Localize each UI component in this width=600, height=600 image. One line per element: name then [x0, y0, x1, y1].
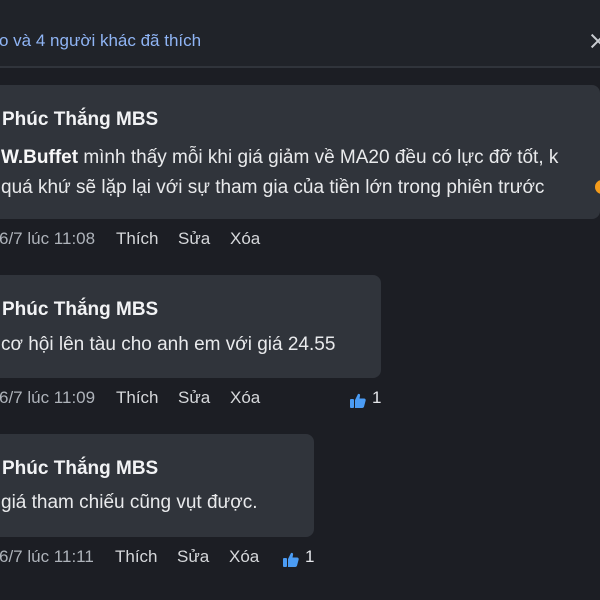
comment-thread-page: o và 4 người khác đã thích Phúc Thắng MB… — [0, 0, 600, 600]
reaction-count: 1 — [305, 547, 315, 566]
likes-summary-bar: o và 4 người khác đã thích — [0, 0, 600, 68]
edit-action[interactable]: Sửa — [178, 388, 210, 408]
comment-author[interactable]: Phúc Thắng MBS — [2, 458, 158, 480]
comment-bubble: Phúc Thắng MBS W.Buffet mình thấy mỗi kh… — [0, 85, 600, 219]
close-icon[interactable] — [589, 33, 600, 49]
comment-text-line2: quá khứ sẽ lặp lại với sự tham gia của t… — [1, 177, 545, 198]
comment-timestamp[interactable]: 6/7 lúc 11:11 — [0, 547, 94, 567]
thumbs-up-icon — [350, 393, 366, 408]
comment-bubble: Phúc Thắng MBS giá tham chiếu cũng vụt đ… — [0, 434, 314, 537]
delete-action[interactable]: Xóa — [229, 547, 259, 567]
comment-text: W.Buffet mình thấy mỗi khi giá giảm về M… — [1, 147, 558, 169]
edit-action[interactable]: Sửa — [177, 547, 209, 567]
comment-text: giá tham chiếu cũng vụt được. — [1, 492, 258, 513]
reaction-count: 1 — [372, 388, 382, 407]
comment-timestamp[interactable]: 6/7 lúc 11:09 — [0, 388, 95, 408]
like-action[interactable]: Thích — [116, 388, 159, 408]
likes-summary-link[interactable]: o và 4 người khác đã thích — [0, 31, 201, 51]
like-action[interactable]: Thích — [116, 229, 159, 249]
emoji-icon — [595, 180, 600, 194]
delete-action[interactable]: Xóa — [230, 229, 260, 249]
comment-timestamp[interactable]: 6/7 lúc 11:08 — [0, 229, 95, 249]
like-action[interactable]: Thích — [115, 547, 158, 567]
delete-action[interactable]: Xóa — [230, 388, 260, 408]
thumbs-up-icon — [283, 552, 299, 567]
comment-bubble: Phúc Thắng MBS cơ hội lên tàu cho anh em… — [0, 275, 381, 378]
comment-actions: 6/7 lúc 11:09 Thích Sửa Xóa 1 — [0, 388, 600, 412]
comment-author[interactable]: Phúc Thắng MBS — [2, 109, 158, 131]
comment-text: cơ hội lên tàu cho anh em với giá 24.55 — [1, 334, 336, 355]
edit-action[interactable]: Sửa — [178, 229, 210, 249]
comment-text-line1: mình thấy mỗi khi giá giảm về MA20 đều c… — [78, 147, 559, 168]
comment-actions: 6/7 lúc 11:11 Thích Sửa Xóa 1 — [0, 547, 600, 571]
mention-link[interactable]: W.Buffet — [1, 147, 78, 168]
comment-author[interactable]: Phúc Thắng MBS — [2, 299, 158, 321]
